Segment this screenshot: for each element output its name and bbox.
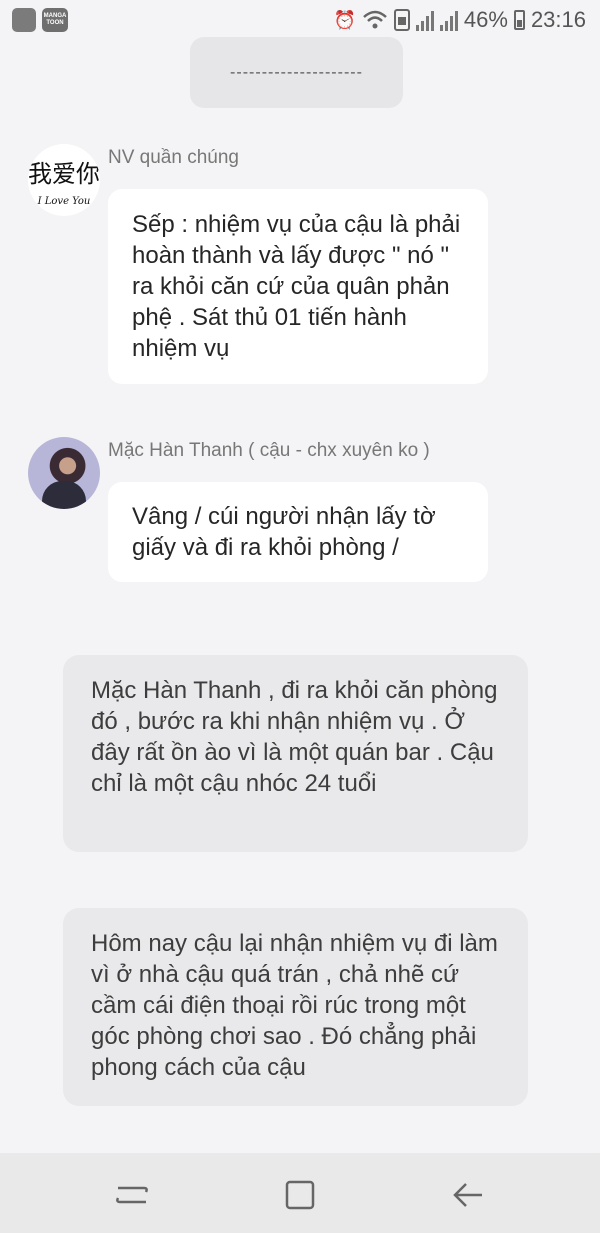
- battery-percent: 46%: [463, 7, 508, 32]
- sender-name: Mặc Hàn Thanh ( cậu - chx xuyên ko ): [108, 440, 430, 461]
- avatar-nv-quan-chung[interactable]: 我爱你 I Love You: [28, 144, 100, 216]
- sender-name: NV quần chúng: [108, 147, 239, 168]
- battery-icon: [513, 10, 525, 30]
- sim-icon: [393, 9, 410, 31]
- mangatoon-logo-icon: MANGA TOON: [42, 8, 68, 32]
- gallery-square-icon: [12, 8, 36, 32]
- home-icon[interactable]: [280, 1175, 320, 1215]
- clock: 23:16: [530, 7, 586, 32]
- recent-apps-icon[interactable]: [112, 1175, 152, 1215]
- back-icon[interactable]: [448, 1175, 488, 1215]
- message-bubble: Sếp : nhiệm vụ của cậu là phải hoàn thàn…: [108, 189, 488, 384]
- wifi-icon: [363, 10, 387, 29]
- narration-block: Mặc Hàn Thanh , đi ra khỏi căn phòng đó …: [63, 655, 528, 852]
- signal-2-icon: [439, 9, 458, 31]
- message-bubble: Vâng / cúi người nhận lấy tờ giấy và đi …: [108, 482, 488, 582]
- status-bar: MANGA TOON ⏰ 46% 23:16: [0, 0, 600, 40]
- navigation-bar: [0, 1153, 600, 1233]
- signal-1-icon: [415, 9, 434, 31]
- narration-block: Hôm nay cậu lại nhận nhiệm vụ đi làm vì …: [63, 908, 528, 1106]
- avatar-mac-han-thanh[interactable]: [28, 437, 100, 509]
- scene-divider: ---------------------: [190, 37, 403, 108]
- alarm-icon: ⏰: [333, 10, 356, 30]
